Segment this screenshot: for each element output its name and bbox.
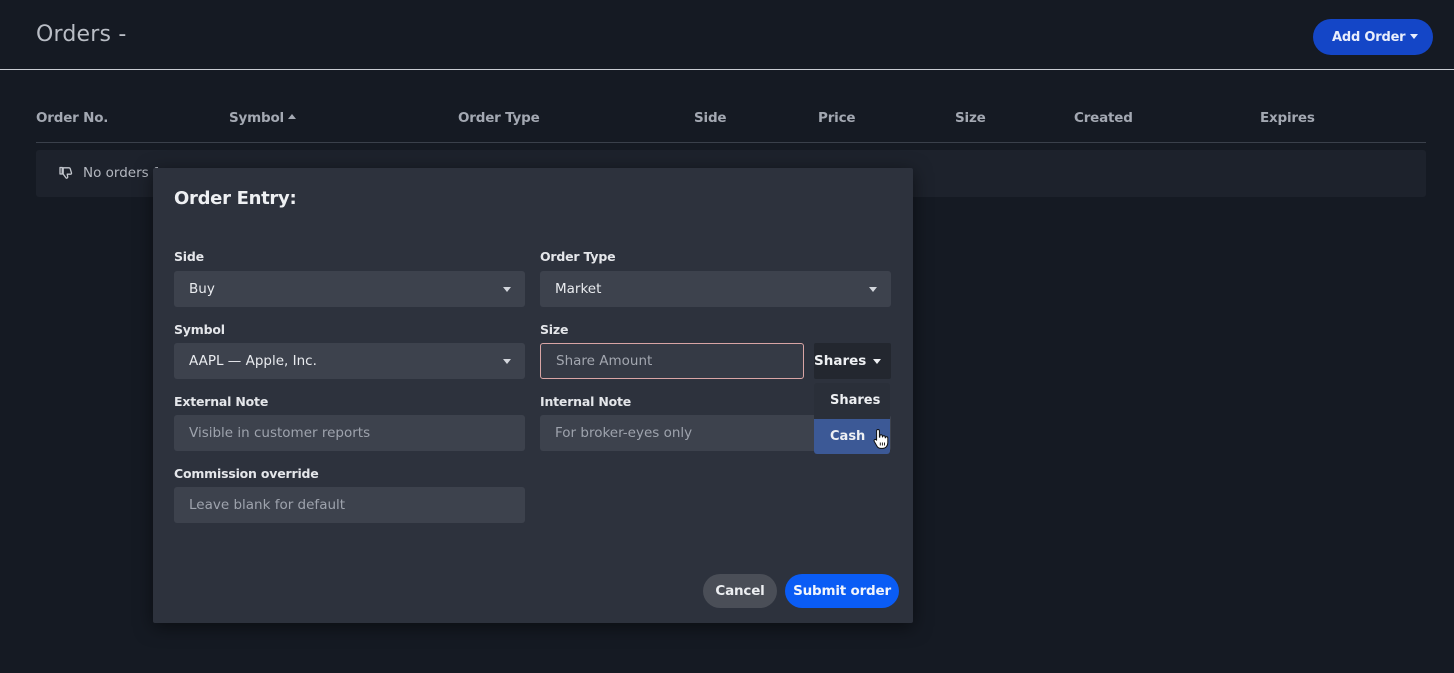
order-type-value: Market: [555, 281, 602, 297]
side-select[interactable]: Buy: [174, 271, 525, 307]
order-type-select[interactable]: Market: [540, 271, 891, 307]
column-header-expires[interactable]: Expires: [1260, 110, 1315, 126]
column-header-side[interactable]: Side: [694, 110, 727, 126]
column-header-created[interactable]: Created: [1074, 110, 1133, 126]
chevron-down-icon: [503, 359, 511, 364]
symbol-value: AAPL — Apple, Inc.: [189, 353, 317, 369]
size-label: Size: [540, 322, 569, 337]
submit-order-button[interactable]: Submit order: [785, 574, 899, 608]
commission-placeholder: Leave blank for default: [189, 497, 346, 513]
empty-state-message: No orders f: [83, 165, 158, 181]
add-order-button[interactable]: Add Order: [1313, 19, 1433, 55]
size-placeholder: Share Amount: [556, 353, 653, 369]
size-input[interactable]: Share Amount: [540, 343, 804, 379]
symbol-select[interactable]: AAPL — Apple, Inc.: [174, 343, 525, 379]
internal-note-label: Internal Note: [540, 394, 632, 409]
column-header-symbol-label: Symbol: [229, 110, 284, 126]
thumbs-down-icon: [59, 166, 73, 179]
symbol-label: Symbol: [174, 322, 225, 337]
sort-ascending-icon: [287, 113, 296, 119]
external-note-placeholder: Visible in customer reports: [189, 425, 371, 441]
column-header-price[interactable]: Price: [818, 110, 856, 126]
modal-title: Order Entry:: [174, 188, 297, 209]
commission-input[interactable]: Leave blank for default: [174, 487, 525, 523]
chevron-down-icon: [1410, 34, 1418, 39]
hand-pointer-icon: [873, 429, 889, 449]
chevron-down-icon: [873, 359, 881, 364]
order-entry-modal: Order Entry: Side Buy Order Type Market …: [153, 168, 913, 623]
page-title: Orders -: [36, 22, 127, 47]
column-header-symbol[interactable]: Symbol: [229, 110, 296, 126]
side-value: Buy: [189, 281, 215, 297]
orders-table-header: Order No. Symbol Order Type Side Price S…: [36, 108, 1426, 143]
cancel-button[interactable]: Cancel: [703, 574, 777, 608]
internal-note-placeholder: For broker-eyes only: [555, 425, 693, 441]
column-header-order-no[interactable]: Order No.: [36, 110, 108, 126]
size-unit-value: Shares: [814, 353, 867, 369]
commission-label: Commission override: [174, 466, 319, 481]
page-header: Orders - Add Order: [0, 0, 1454, 70]
size-unit-select[interactable]: Shares: [814, 343, 891, 379]
side-label: Side: [174, 249, 204, 264]
external-note-input[interactable]: Visible in customer reports: [174, 415, 525, 451]
order-type-label: Order Type: [540, 249, 616, 264]
chevron-down-icon: [503, 287, 511, 292]
unit-option-shares[interactable]: Shares: [814, 383, 890, 418]
add-order-label: Add Order: [1332, 29, 1406, 45]
external-note-label: External Note: [174, 394, 269, 409]
column-header-size[interactable]: Size: [955, 110, 986, 126]
chevron-down-icon: [869, 287, 877, 292]
column-header-order-type[interactable]: Order Type: [458, 110, 540, 126]
